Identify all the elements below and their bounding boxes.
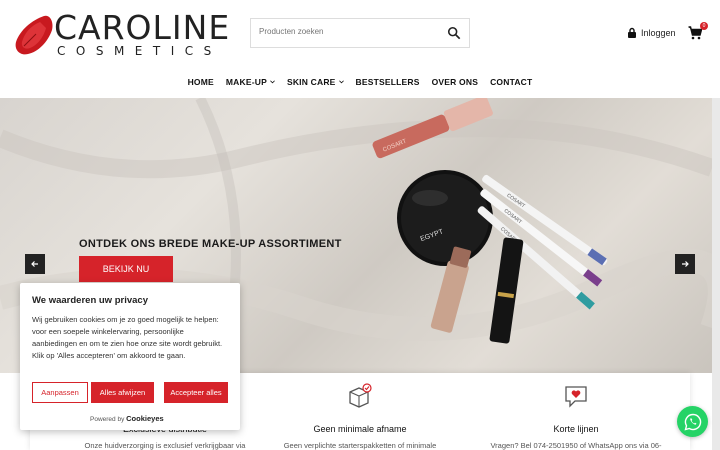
nav-contact-label: CONTACT bbox=[490, 77, 533, 87]
login-link[interactable]: Inloggen bbox=[627, 27, 676, 38]
cookie-accept-button[interactable]: Accepteer alles bbox=[164, 382, 228, 403]
hero-title: ONTDEK ONS BREDE MAKE-UP ASSORTIMENT bbox=[79, 238, 342, 250]
cart-button[interactable]: 0 bbox=[688, 22, 708, 40]
chevron-down-icon bbox=[338, 80, 344, 84]
lipstick-smear-icon bbox=[15, 15, 53, 55]
site-header: CAROLINE COSMETICS Inloggen 0 HOME MAKE-… bbox=[0, 0, 720, 98]
feature-text: Geen verplichte starterspakketten of min… bbox=[283, 441, 437, 450]
whatsapp-icon bbox=[684, 413, 701, 430]
nav-over-ons[interactable]: OVER ONS bbox=[426, 77, 484, 87]
powered-by-label: Powered by bbox=[90, 416, 125, 423]
search-box bbox=[250, 18, 470, 48]
search-input[interactable] bbox=[259, 27, 439, 36]
feature-title: Korte lijnen bbox=[553, 424, 599, 434]
cart-count-badge: 0 bbox=[700, 22, 708, 30]
cookie-provider-logo: Cookieyes bbox=[126, 414, 164, 423]
nav-contact[interactable]: CONTACT bbox=[484, 77, 538, 87]
chevron-down-icon bbox=[270, 80, 275, 84]
feature-item: Geen minimale afname Geen verplichte sta… bbox=[260, 383, 460, 450]
nav-skin-care-label: SKIN CARE bbox=[286, 77, 336, 87]
main-nav: HOME MAKE-UP SKIN CARE BESTSELLERS OVER … bbox=[0, 77, 720, 87]
search-icon[interactable] bbox=[447, 26, 461, 40]
feature-title: Geen minimale afname bbox=[313, 424, 407, 434]
cookie-customize-button[interactable]: Aanpassen bbox=[32, 382, 88, 403]
cookie-title: We waarderen uw privacy bbox=[32, 295, 148, 306]
lock-icon bbox=[628, 27, 636, 38]
nav-skin-care[interactable]: SKIN CARE bbox=[281, 77, 350, 87]
arrow-right-icon bbox=[682, 261, 689, 267]
cookie-consent-dialog: We waarderen uw privacy Wij gebruiken co… bbox=[20, 283, 240, 430]
nav-over-ons-label: OVER ONS bbox=[431, 77, 479, 87]
brand-subtitle: COSMETICS bbox=[57, 44, 222, 58]
chat-heart-icon bbox=[565, 386, 587, 408]
feature-text: Vragen? Bel 074-2501950 of WhatsApp ons … bbox=[490, 441, 662, 450]
cookie-reject-button[interactable]: Alles afwijzen bbox=[91, 382, 154, 403]
brand-logo[interactable]: CAROLINE COSMETICS bbox=[14, 8, 239, 60]
nav-home-label: HOME bbox=[187, 77, 214, 87]
nav-home[interactable]: HOME bbox=[182, 77, 220, 87]
nav-make-up[interactable]: MAKE-UP bbox=[220, 77, 281, 87]
login-label: Inloggen bbox=[641, 27, 676, 38]
arrow-left-icon bbox=[31, 261, 38, 267]
cookie-powered-by[interactable]: Powered by Cookieyes bbox=[90, 414, 164, 423]
nav-bestsellers[interactable]: BESTSELLERS bbox=[350, 77, 426, 87]
feature-text: Onze huidverzorging is exclusief verkrij… bbox=[84, 441, 246, 450]
slider-prev-button[interactable] bbox=[25, 254, 45, 274]
slider-next-button[interactable] bbox=[675, 254, 695, 274]
hero-cta-button[interactable]: BEKIJK NU bbox=[79, 256, 173, 282]
nav-bestsellers-label: BESTSELLERS bbox=[355, 77, 420, 87]
box-check-icon bbox=[349, 383, 372, 408]
brand-name: CAROLINE bbox=[54, 8, 231, 47]
nav-make-up-label: MAKE-UP bbox=[225, 77, 267, 87]
page-scrollbar[interactable] bbox=[712, 98, 720, 450]
feature-item: Korte lijnen Vragen? Bel 074-2501950 of … bbox=[476, 383, 676, 450]
cookie-text: Wij gebruiken cookies om je zo goed moge… bbox=[32, 315, 223, 360]
whatsapp-button[interactable] bbox=[677, 406, 708, 437]
